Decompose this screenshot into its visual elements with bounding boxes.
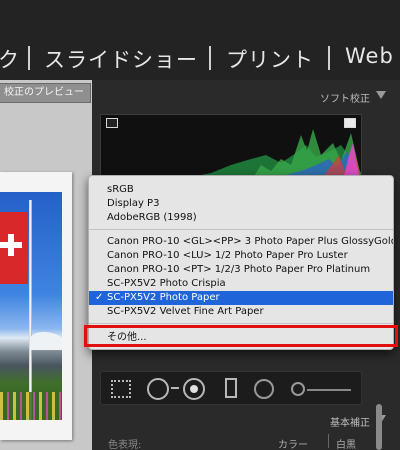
radial-filter-icon[interactable] xyxy=(254,379,274,399)
module-library-tab[interactable]: ク xyxy=(0,44,20,74)
adjustment-brush-icon[interactable] xyxy=(291,382,305,396)
module-divider xyxy=(328,46,330,70)
flag-shape xyxy=(0,212,28,284)
flag-pole xyxy=(29,200,32,420)
profile-dropdown-menu[interactable]: sRGB Display P3 AdobeRGB (1998) Canon PR… xyxy=(88,175,394,350)
module-web-tab[interactable]: Web xyxy=(345,44,394,68)
callout-highlight-box xyxy=(84,325,398,347)
module-picker-bar: ク スライドショー プリント Web xyxy=(0,0,400,80)
treatment-color-button[interactable]: カラー xyxy=(278,436,308,450)
basic-panel-header[interactable]: 基本補正 xyxy=(92,410,400,432)
menu-item-selected-profile[interactable]: ✓ SC-PX5V2 Photo Paper xyxy=(89,291,393,305)
menu-item-label: SC-PX5V2 Photo Paper xyxy=(107,292,220,303)
module-slideshow-tab[interactable]: スライドショー xyxy=(44,44,198,74)
crop-tool-icon[interactable] xyxy=(111,380,131,398)
module-print-tab[interactable]: プリント xyxy=(226,44,314,74)
flower-meadow xyxy=(0,392,62,420)
brush-slider[interactable] xyxy=(307,389,351,391)
softproof-panel-header[interactable]: ソフト校正 xyxy=(92,86,400,108)
red-eye-dot-icon xyxy=(190,385,198,393)
proof-preview-label: 校正のプレビュー xyxy=(0,84,90,102)
develop-tool-strip xyxy=(100,371,362,405)
checkmark-icon: ✓ xyxy=(95,292,104,303)
treatment-label: 色表現: xyxy=(108,440,142,450)
menu-item-display-p3[interactable]: Display P3 xyxy=(89,197,393,211)
spot-removal-icon[interactable] xyxy=(147,378,169,400)
menu-item-profile[interactable]: Canon PRO-10 <LU> 1/2 Photo Paper Pro Lu… xyxy=(89,249,393,263)
module-divider xyxy=(209,46,211,70)
menu-item-profile[interactable]: Canon PRO-10 <GL><PP> 3 Photo Paper Plus… xyxy=(89,235,393,249)
menu-item-adobergb[interactable]: AdobeRGB (1998) xyxy=(89,211,393,225)
arrow-icon xyxy=(171,387,179,389)
menu-item-profile[interactable]: SC-PX5V2 Photo Crispia xyxy=(89,277,393,291)
menu-item-profile[interactable]: Canon PRO-10 <PT> 1/2/3 Photo Paper Pro … xyxy=(89,263,393,277)
mountain-snow xyxy=(30,332,62,350)
treatment-divider xyxy=(328,434,329,448)
basic-panel-title: 基本補正 xyxy=(330,418,370,429)
menu-separator xyxy=(89,229,393,230)
flag-cross xyxy=(0,242,22,248)
collapse-triangle-icon[interactable] xyxy=(376,91,386,99)
photo-preview[interactable] xyxy=(0,192,62,420)
graduated-filter-icon[interactable] xyxy=(225,378,237,398)
softproof-title: ソフト校正 xyxy=(320,94,370,105)
menu-separator xyxy=(89,323,393,324)
panel-scrollbar[interactable] xyxy=(376,404,382,450)
treatment-row: 色表現: カラー 白黒 xyxy=(100,432,370,450)
treatment-bw-button[interactable]: 白黒 xyxy=(336,436,356,450)
menu-item-profile[interactable]: SC-PX5V2 Velvet Fine Art Paper xyxy=(89,305,393,319)
menu-item-srgb[interactable]: sRGB xyxy=(89,183,393,197)
module-divider xyxy=(28,46,30,70)
